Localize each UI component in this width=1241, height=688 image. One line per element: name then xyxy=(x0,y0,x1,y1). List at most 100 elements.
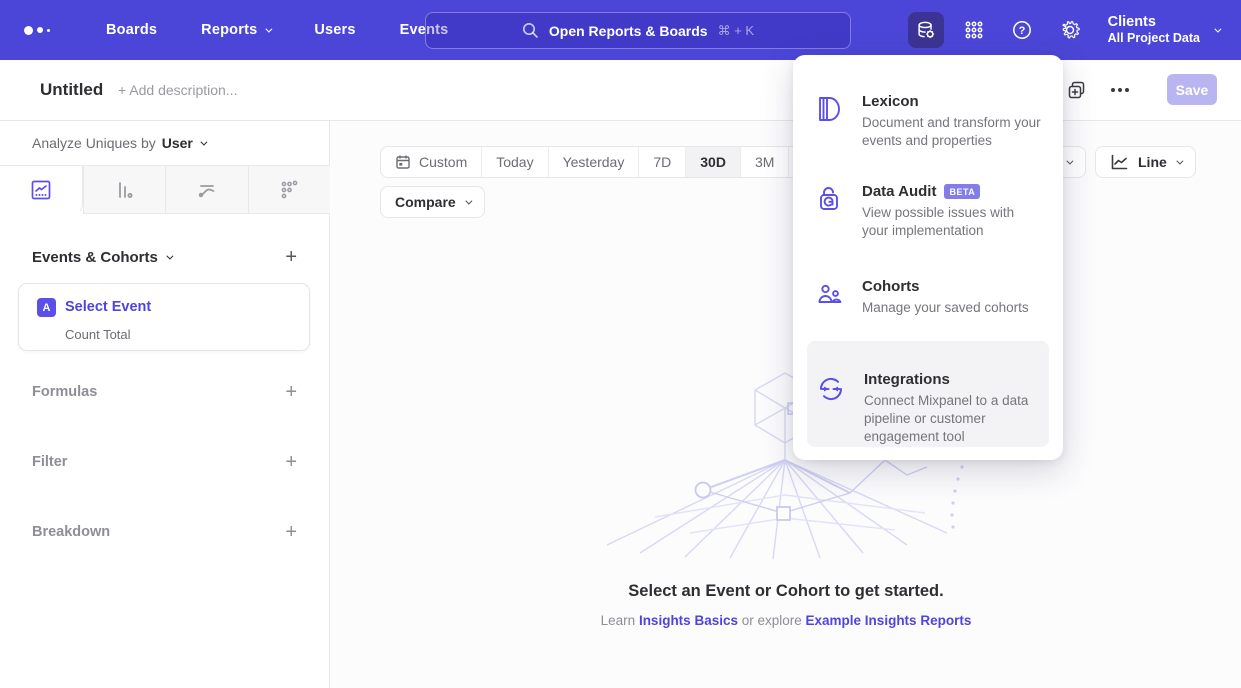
top-nav: Boards Reports Users Events Open Reports… xyxy=(0,0,1241,60)
event-letter-badge: A xyxy=(37,298,56,317)
range-label: 7D xyxy=(653,154,671,170)
chevron-down-icon xyxy=(266,25,273,32)
range-custom[interactable]: Custom xyxy=(381,147,481,177)
data-management-button[interactable] xyxy=(908,12,944,48)
flows-icon xyxy=(195,178,219,202)
query-sidebar: Analyze Uniques by User xyxy=(0,121,330,688)
range-label: Today xyxy=(496,154,533,170)
breakdown-label: Breakdown xyxy=(32,524,110,540)
nav-menu: Boards Reports Users Events xyxy=(106,22,448,38)
menu-item-title: Data AuditBETA xyxy=(862,183,1042,200)
beta-badge: BETA xyxy=(944,184,980,199)
range-yesterday[interactable]: Yesterday xyxy=(548,147,639,177)
integrations-sync-icon xyxy=(817,351,845,437)
menu-item-title: Lexicon xyxy=(862,93,1042,110)
menu-item-data-audit[interactable]: Data AuditBETA View possible issues with… xyxy=(807,173,1049,250)
settings-button[interactable] xyxy=(1052,12,1088,48)
menu-item-title: Cohorts xyxy=(862,278,1042,295)
report-title[interactable]: Untitled xyxy=(40,80,103,100)
formulas-label: Formulas xyxy=(32,384,97,400)
menu-item-cohorts[interactable]: Cohorts Manage your saved cohorts xyxy=(807,268,1049,327)
chevron-down-icon xyxy=(200,138,207,145)
search-placeholder: Open Reports & Boards xyxy=(549,23,708,39)
add-breakdown-button[interactable]: + xyxy=(285,522,297,542)
empty-state-title: Select an Event or Cohort to get started… xyxy=(331,582,1241,601)
menu-item-description: Document and transform your events and p… xyxy=(862,114,1042,150)
range-today[interactable]: Today xyxy=(481,147,547,177)
empty-middle: or explore xyxy=(738,613,806,628)
date-range-control: Custom Today Yesterday 7D 30D 3M 6M xyxy=(380,146,838,178)
add-formula-button[interactable]: + xyxy=(285,382,297,402)
nav-item-boards[interactable]: Boards xyxy=(106,22,157,38)
range-30d[interactable]: 30D xyxy=(685,147,740,177)
range-label: 3M xyxy=(755,154,774,170)
nav-item-users[interactable]: Users xyxy=(314,22,355,38)
mixpanel-logo-icon[interactable] xyxy=(24,26,64,35)
save-button[interactable]: Save xyxy=(1167,74,1217,105)
chevron-down-icon xyxy=(1066,157,1073,164)
tab-flows[interactable] xyxy=(165,166,248,214)
analyze-uniques-row: Analyze Uniques by User xyxy=(32,135,205,151)
range-3m[interactable]: 3M xyxy=(740,147,788,177)
nav-right-cluster: ? Clients All Project Data xyxy=(908,0,1241,60)
filter-section: Filter + xyxy=(32,452,297,472)
more-menu-icon[interactable] xyxy=(1109,82,1131,98)
report-type-tabs xyxy=(0,165,330,214)
apps-grid-button[interactable] xyxy=(956,12,992,48)
nav-item-reports[interactable]: Reports xyxy=(201,22,270,38)
select-event-button[interactable]: Select Event xyxy=(65,299,151,315)
help-button[interactable]: ? xyxy=(1004,12,1040,48)
add-description-field[interactable]: + Add description... xyxy=(118,82,237,98)
chevron-down-icon xyxy=(1176,157,1183,164)
events-cohorts-label: Events & Cohorts xyxy=(32,249,158,266)
tab-retention[interactable] xyxy=(248,166,331,214)
events-cohorts-toggle[interactable]: Events & Cohorts xyxy=(32,249,171,266)
line-chart-icon xyxy=(1110,154,1129,171)
nav-item-label: Boards xyxy=(106,22,157,38)
range-7d[interactable]: 7D xyxy=(638,147,685,177)
insights-chart-icon xyxy=(29,178,53,202)
menu-item-title: Integrations xyxy=(864,371,1044,388)
project-name: All Project Data xyxy=(1108,31,1200,47)
global-search-input[interactable]: Open Reports & Boards ⌘ + K xyxy=(425,12,851,49)
analyze-value: User xyxy=(162,135,193,151)
tab-funnels[interactable] xyxy=(83,166,166,214)
range-label: 30D xyxy=(700,154,726,170)
bar-chart-icon xyxy=(112,178,136,202)
gear-icon xyxy=(1059,19,1081,41)
breakdown-section: Breakdown + xyxy=(32,522,297,542)
menu-item-description: Manage your saved cohorts xyxy=(862,299,1042,317)
empty-state-subtitle: Learn Insights Basics or explore Example… xyxy=(331,613,1241,628)
menu-item-lexicon[interactable]: Lexicon Document and transform your even… xyxy=(807,83,1049,160)
chart-type-button[interactable]: Line xyxy=(1095,146,1196,178)
analyze-value-dropdown[interactable]: User xyxy=(162,135,205,151)
formulas-section: Formulas + xyxy=(32,382,297,402)
event-card[interactable]: A Select Event Count Total xyxy=(18,283,310,351)
chevron-down-icon xyxy=(1214,25,1221,32)
report-canvas: Custom Today Yesterday 7D 30D 3M 6M Comp… xyxy=(331,121,1241,688)
project-switcher[interactable]: Clients All Project Data xyxy=(1108,13,1219,47)
nav-item-label: Users xyxy=(314,22,355,38)
example-reports-link[interactable]: Example Insights Reports xyxy=(806,613,972,628)
search-icon xyxy=(522,22,539,39)
events-cohorts-header: Events & Cohorts + xyxy=(32,247,297,267)
analyze-label: Analyze Uniques by xyxy=(32,135,156,151)
duplicate-icon[interactable] xyxy=(1067,80,1087,100)
retention-dots-icon xyxy=(277,178,301,202)
tab-insights[interactable] xyxy=(0,166,83,214)
range-label: Yesterday xyxy=(563,154,625,170)
mixpanel-app: Boards Reports Users Events Open Reports… xyxy=(0,0,1241,688)
menu-item-integrations[interactable]: Integrations Connect Mixpanel to a data … xyxy=(807,341,1049,447)
event-aggregation[interactable]: Count Total xyxy=(65,327,131,342)
chart-type-label: Line xyxy=(1138,154,1167,170)
chevron-down-icon xyxy=(465,197,472,204)
add-filter-button[interactable]: + xyxy=(285,452,297,472)
chevron-down-icon xyxy=(166,252,173,259)
insights-basics-link[interactable]: Insights Basics xyxy=(639,613,738,628)
add-event-button[interactable]: + xyxy=(285,247,297,267)
filter-label: Filter xyxy=(32,454,67,470)
menu-item-description: View possible issues with your implement… xyxy=(862,204,1042,240)
data-management-menu: Lexicon Document and transform your even… xyxy=(793,55,1063,460)
org-name: Clients xyxy=(1108,13,1200,31)
compare-button[interactable]: Compare xyxy=(380,186,485,218)
